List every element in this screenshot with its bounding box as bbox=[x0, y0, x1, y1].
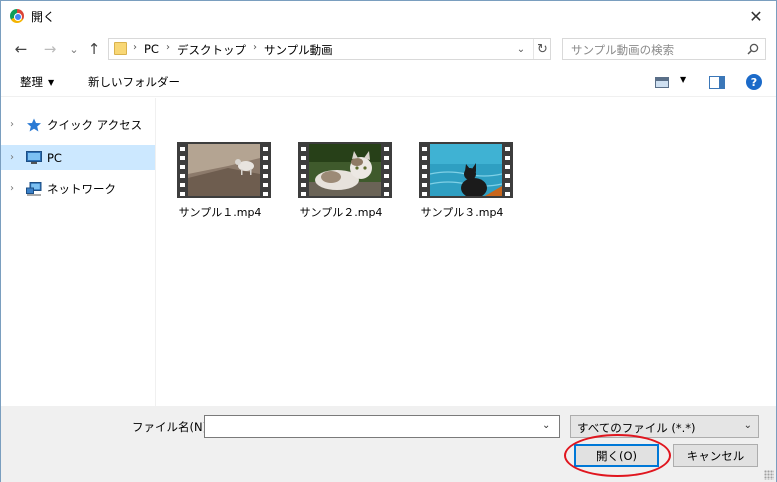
up-button[interactable]: ↑ bbox=[85, 40, 103, 58]
dialog-footer: ファイル名(N): ⌄ すべてのファイル (*.*) ⌄ 開く(O) キャンセル bbox=[1, 406, 776, 482]
forward-button[interactable]: → bbox=[41, 40, 59, 58]
chevron-right-icon[interactable]: › bbox=[10, 119, 14, 130]
help-icon[interactable]: ? bbox=[746, 74, 762, 90]
filename-label: ファイル名(N): bbox=[132, 420, 211, 434]
folder-icon bbox=[114, 42, 127, 55]
address-bar[interactable]: › PC › デスクトップ › サンプル動画 ⌄ ↻ bbox=[108, 38, 551, 60]
thumbnail-image bbox=[430, 144, 502, 196]
caret-down-icon: ▼ bbox=[48, 78, 55, 87]
title-bar: 開く ✕ bbox=[1, 1, 776, 31]
file-type-value: すべてのファイル (*.*) bbox=[577, 421, 696, 435]
file-item[interactable]: サンプル３.mp4 bbox=[407, 140, 517, 230]
resize-grip[interactable] bbox=[764, 470, 774, 480]
file-name: サンプル２.mp4 bbox=[299, 206, 383, 219]
new-folder-button[interactable]: 新しいフォルダー bbox=[88, 74, 180, 90]
chevron-right-icon[interactable]: › bbox=[10, 183, 14, 194]
filename-dropdown-icon[interactable]: ⌄ bbox=[542, 420, 550, 431]
breadcrumb-separator: › bbox=[252, 42, 257, 53]
chevron-right-icon[interactable]: › bbox=[10, 152, 14, 163]
search-box[interactable]: サンプル動画の検索 bbox=[562, 38, 766, 60]
command-bar: 整理 ▼ 新しいフォルダー ▼ ? bbox=[1, 67, 776, 97]
sidebar-item-label: PC bbox=[47, 150, 62, 165]
recent-locations-button[interactable]: ⌄ bbox=[65, 40, 83, 58]
file-type-select[interactable]: すべてのファイル (*.*) ⌄ bbox=[570, 415, 759, 438]
video-thumbnail bbox=[419, 142, 513, 198]
chrome-icon bbox=[10, 9, 24, 23]
view-mode-icon[interactable] bbox=[655, 77, 669, 88]
organize-label: 整理 bbox=[20, 75, 43, 89]
window-title: 開く bbox=[31, 10, 56, 24]
cancel-button[interactable]: キャンセル bbox=[673, 444, 758, 467]
video-thumbnail bbox=[298, 142, 392, 198]
file-list: サンプル１.mp4 サンプル２.mp4 サンプル３.mp4 bbox=[157, 98, 776, 406]
network-icon bbox=[26, 181, 42, 195]
file-name: サンプル３.mp4 bbox=[420, 206, 504, 219]
search-icon[interactable] bbox=[747, 43, 759, 55]
view-options-caret-icon[interactable]: ▼ bbox=[680, 75, 686, 84]
thumbnail-image bbox=[188, 144, 260, 196]
filename-input[interactable] bbox=[204, 415, 560, 438]
sidebar-item-label: ネットワーク bbox=[47, 181, 116, 196]
breadcrumb-separator: › bbox=[133, 42, 137, 53]
sidebar-item-quick-access[interactable]: › クイック アクセス bbox=[1, 112, 155, 137]
breadcrumb-sample-videos[interactable]: サンプル動画 bbox=[264, 42, 333, 58]
refresh-icon[interactable]: ↻ bbox=[533, 39, 551, 59]
chevron-down-icon: ⌄ bbox=[743, 420, 752, 431]
back-button[interactable]: ← bbox=[12, 40, 30, 58]
breadcrumb-desktop[interactable]: デスクトップ bbox=[177, 42, 246, 58]
breadcrumb: › PC › デスクトップ › サンプル動画 bbox=[133, 42, 333, 58]
preview-pane-icon[interactable] bbox=[709, 76, 725, 89]
navigation-bar: ← → ⌄ ↑ › PC › デスクトップ › サンプル動画 ⌄ ↻ サンプル動… bbox=[1, 31, 776, 67]
sidebar-item-network[interactable]: › ネットワーク bbox=[1, 176, 155, 201]
thumbnail-image bbox=[309, 144, 381, 196]
file-item[interactable]: サンプル１.mp4 bbox=[165, 140, 275, 230]
file-name: サンプル１.mp4 bbox=[178, 206, 262, 219]
open-button[interactable]: 開く(O) bbox=[574, 444, 659, 467]
close-button[interactable]: ✕ bbox=[736, 1, 776, 31]
address-dropdown-icon[interactable]: ⌄ bbox=[514, 41, 528, 57]
search-placeholder: サンプル動画の検索 bbox=[571, 43, 675, 57]
sidebar-item-pc[interactable]: › PC bbox=[1, 145, 155, 170]
open-file-dialog: 開く ✕ ← → ⌄ ↑ › PC › デスクトップ › サンプル動画 ⌄ ↻ … bbox=[0, 0, 777, 482]
sidebar-item-label: クイック アクセス bbox=[47, 117, 143, 132]
organize-menu[interactable]: 整理 ▼ bbox=[20, 74, 54, 90]
file-item[interactable]: サンプル２.mp4 bbox=[286, 140, 396, 230]
star-icon bbox=[27, 118, 41, 131]
video-thumbnail bbox=[177, 142, 271, 198]
breadcrumb-separator: › bbox=[165, 42, 170, 53]
navigation-pane: › クイック アクセス › PC › ネットワーク bbox=[1, 98, 156, 406]
breadcrumb-pc[interactable]: PC bbox=[144, 42, 159, 58]
computer-icon bbox=[26, 150, 42, 164]
